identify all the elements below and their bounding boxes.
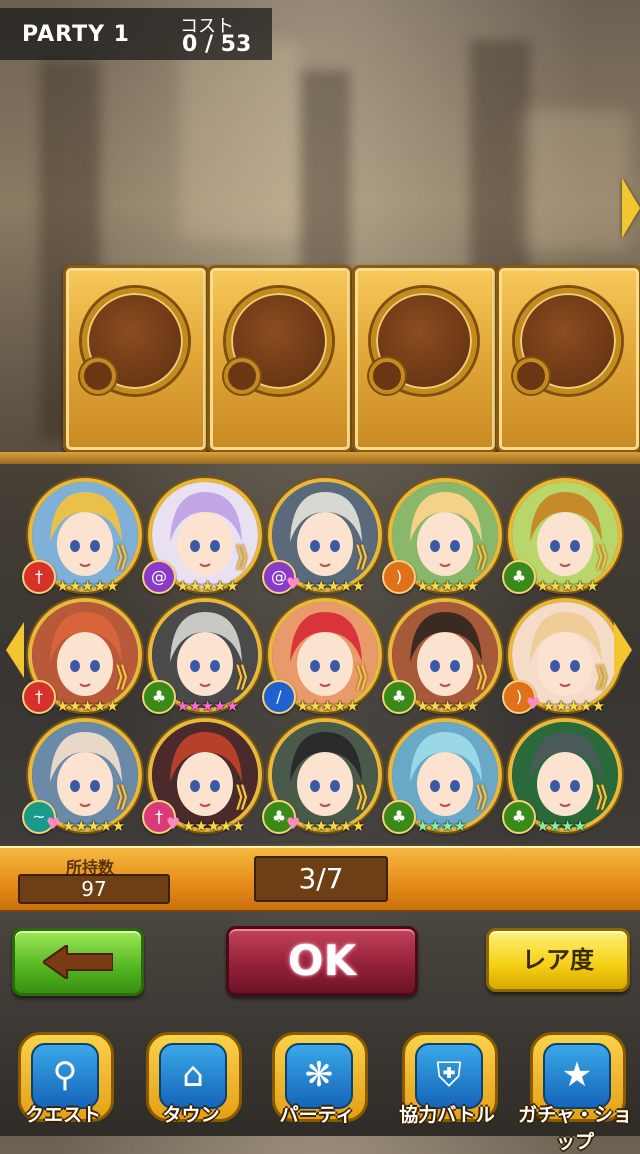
nav-item-2[interactable]: ⌂ タウン [132, 1032, 250, 1136]
golden-wing-icon: ⟫ [234, 540, 250, 573]
golden-wing-icon: ⟫ [234, 660, 250, 693]
rarity-stars: ★★★★★ [176, 697, 239, 715]
slot-marker-icon [224, 358, 260, 394]
nav-item-1[interactable]: ⚲ クエスト [4, 1032, 122, 1136]
red-element-sword-icon: † [22, 680, 56, 714]
golden-wing-icon: ⟫ [474, 540, 490, 573]
cost-value: 0 / 53 [182, 32, 252, 57]
bottom-navigation: ⚲ クエスト ⌂ タウン ❋ パーティ ⛨ 協力バトル ★ ガチャ・ショップ [0, 1028, 640, 1153]
rarity-stars: ★★★★★ [542, 697, 605, 715]
golden-wing-icon: ⟫ [594, 540, 610, 573]
blue-element-wand-icon: / [262, 680, 296, 714]
rarity-sort-button[interactable]: レア度 [486, 928, 630, 992]
slot-marker-icon [513, 358, 549, 394]
next-page-arrow-icon[interactable] [614, 622, 632, 678]
party-slot-2[interactable] [207, 265, 353, 453]
golden-wing-icon: ⟫ [354, 540, 370, 573]
rarity-stars: ★★★★★ [182, 817, 245, 835]
green-element-leaf-icon: ♣ [382, 800, 416, 834]
golden-wing-icon: ⟫ [354, 660, 370, 693]
nav-item-4[interactable]: ⛨ 協力バトル [388, 1032, 506, 1136]
coop-shield-icon: ⛨ [436, 1055, 462, 1095]
nav-label: タウン [162, 1104, 220, 1126]
rarity-stars: ★★★★★ [416, 577, 479, 595]
golden-wing-icon: ⟫ [354, 780, 370, 813]
rarity-stars: ★★★★★ [536, 577, 599, 595]
golden-wing-icon: ⟫ [234, 780, 250, 813]
next-party-arrow-icon[interactable] [622, 178, 640, 238]
golden-wing-icon: ⟫ [594, 780, 610, 813]
green-element-leaf-icon: ♣ [382, 680, 416, 714]
nav-label: クエスト [24, 1104, 101, 1126]
golden-wing-icon: ⟫ [114, 780, 130, 813]
back-button[interactable] [12, 928, 144, 996]
arrow-left-icon [43, 945, 113, 979]
nav-item-3[interactable]: ❋ パーティ [258, 1032, 376, 1136]
background-window [180, 40, 300, 240]
party-slot-3[interactable] [352, 265, 498, 453]
divider-bar [0, 452, 640, 464]
nav-item-5[interactable]: ★ ガチャ・ショップ [516, 1032, 634, 1153]
nav-label: 協力バトル [399, 1104, 495, 1126]
rarity-stars: ★★★★★ [296, 697, 359, 715]
rarity-stars: ★★★★★ [176, 577, 239, 595]
party-people-icon: ❋ [304, 1055, 334, 1095]
character-grid: ⟫ † ★★★★★ ⟫ @ ★★★★★ ⟫ @ ♥ ★★★★★ ⟫) ★★★★★ ⟫ ♣ ★★★★★ ⟫ † ★★… [0, 464, 640, 844]
rarity-stars: ★★★★★ [302, 817, 365, 835]
nav-label: ガチャ・ショップ [518, 1104, 632, 1153]
rarity-stars: ★★★★★ [416, 697, 479, 715]
town-treasure-icon: ⌂ [182, 1055, 204, 1095]
party-slot-4[interactable] [496, 265, 640, 453]
rarity-stars: ★★★★★ [62, 817, 125, 835]
gacha-star-icon: ★ [561, 1055, 593, 1095]
orange-element-bow-icon: ) [382, 560, 416, 594]
inventory-counter-bar: 所持数 97 3/7 [0, 846, 640, 912]
green-element-leaf-icon: ♣ [502, 800, 536, 834]
slot-leader-marker-icon [80, 358, 116, 394]
nav-label: パーティ [279, 1104, 355, 1126]
party-title: PARTY 1 [22, 22, 130, 47]
green-element-leaf-icon: ♣ [142, 680, 176, 714]
prev-page-arrow-icon[interactable] [6, 622, 24, 678]
rarity-stars: ★★★★ [416, 817, 467, 835]
owned-count-value: 97 [18, 874, 170, 904]
golden-wing-icon: ⟫ [474, 660, 490, 693]
purple-element-swirl-icon: @ [142, 560, 176, 594]
ok-button[interactable]: OK [226, 926, 418, 996]
green-element-leaf-icon: ♣ [502, 560, 536, 594]
page-indicator: 3/7 [254, 856, 388, 902]
rarity-stars: ★★★★ [536, 817, 587, 835]
party-header: PARTY 1 コスト 0 / 53 [0, 8, 272, 60]
red-element-sword-icon: † [22, 560, 56, 594]
golden-wing-icon: ⟫ [474, 780, 490, 813]
background-shelf [520, 110, 630, 250]
rarity-stars: ★★★★★ [56, 697, 119, 715]
party-slot-1[interactable] [63, 265, 209, 453]
rarity-stars: ★★★★★ [302, 577, 365, 595]
rarity-stars: ★★★★★ [56, 577, 119, 595]
slot-marker-icon [369, 358, 405, 394]
golden-wing-icon: ⟫ [114, 540, 130, 573]
quest-map-icon: ⚲ [52, 1055, 78, 1095]
golden-wing-icon: ⟫ [114, 660, 130, 693]
